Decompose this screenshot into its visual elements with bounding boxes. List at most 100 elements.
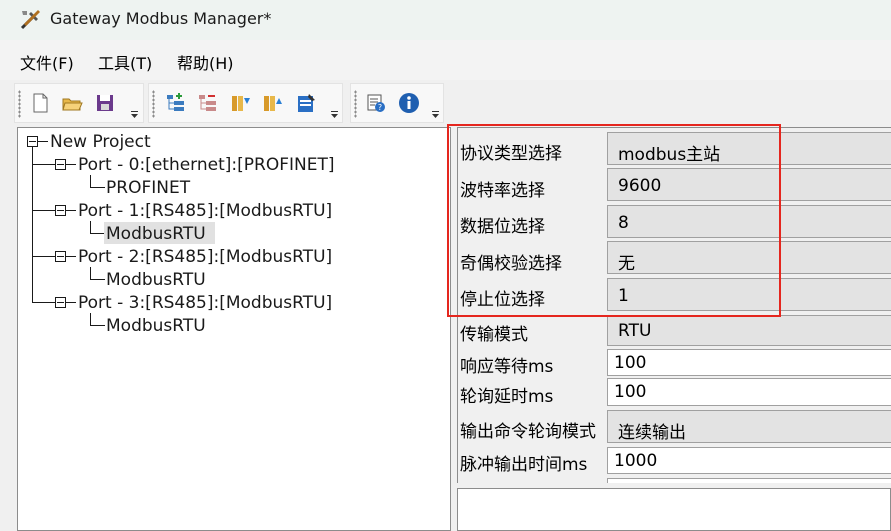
property-row[interactable]: 脉冲输出时间ms 1000	[458, 446, 891, 476]
property-label: 波特率选择	[460, 181, 545, 201]
property-row[interactable]: 停止位选择 1	[458, 276, 891, 312]
collapse-icon[interactable]	[55, 297, 66, 308]
property-value: 连续输出	[618, 423, 686, 443]
toolbar-nodes	[148, 83, 343, 123]
property-dropdown[interactable]: 1	[607, 278, 891, 311]
tree-port-3[interactable]: Port - 3:[RS485]:[ModbusRTU]	[78, 293, 332, 313]
property-row[interactable]: 传输模式 RTU	[458, 314, 891, 348]
property-label: 脉冲输出时间ms	[460, 455, 588, 475]
tree-port-2[interactable]: Port - 2:[RS485]:[ModbusRTU]	[78, 247, 332, 267]
property-row[interactable]: 轮询延时ms 100	[458, 377, 891, 407]
toolbar-overflow-icon[interactable]	[330, 111, 339, 119]
property-dropdown[interactable]: 无	[607, 241, 891, 274]
import-icon[interactable]	[229, 92, 251, 114]
toolbar-grip[interactable]	[354, 90, 357, 118]
property-value: 100	[614, 353, 647, 373]
edit-icon[interactable]	[295, 92, 317, 114]
tree-connector	[90, 267, 91, 279]
tree-connector	[90, 313, 91, 325]
property-text-field[interactable]: 1000	[607, 447, 891, 474]
property-grid[interactable]: 协议类型选择 modbus主站 波特率选择 9600 数据位选择 8 奇偶校验选…	[457, 127, 891, 483]
property-row[interactable]: 波特率选择 9600	[458, 166, 891, 203]
new-file-icon[interactable]	[29, 92, 51, 114]
info-icon[interactable]	[398, 92, 420, 114]
remove-node-icon[interactable]	[197, 92, 219, 114]
collapse-icon[interactable]	[55, 251, 66, 262]
property-label: 数据位选择	[460, 217, 545, 237]
property-row[interactable]: 响应等待ms 100	[458, 348, 891, 377]
property-label: 停止位选择	[460, 290, 545, 310]
tools-icon	[20, 10, 40, 30]
svg-text:?: ?	[378, 103, 382, 112]
tree-connector	[66, 210, 76, 211]
export-icon[interactable]	[261, 92, 283, 114]
property-value: RTU	[618, 321, 652, 341]
property-label: 奇偶校验选择	[460, 254, 562, 274]
collapse-icon[interactable]	[55, 205, 66, 216]
tree-root[interactable]: New Project	[50, 132, 151, 152]
menu-file[interactable]: 文件(F)	[20, 50, 74, 74]
property-row-clipped	[458, 477, 891, 483]
tree-connector	[90, 325, 105, 326]
tree-connector	[66, 302, 76, 303]
description-panel	[457, 488, 891, 531]
toolbar-overflow-icon[interactable]	[431, 111, 440, 119]
tree-protocol-node[interactable]: ModbusRTU	[106, 270, 206, 290]
toolbar-grip[interactable]	[152, 90, 155, 118]
collapse-icon[interactable]	[55, 159, 66, 170]
property-text-field[interactable]: 100	[607, 378, 891, 406]
tree-connector	[90, 221, 91, 233]
tree-connector	[90, 279, 105, 280]
property-value: 100	[614, 382, 647, 402]
property-dropdown[interactable]: 连续输出	[607, 410, 891, 443]
tree-connector	[66, 164, 76, 165]
property-row[interactable]: 奇偶校验选择 无	[458, 239, 891, 276]
toolbar-grip[interactable]	[18, 90, 21, 118]
save-icon[interactable]	[94, 92, 116, 114]
property-label: 响应等待ms	[460, 357, 554, 377]
toolbar-file	[14, 83, 144, 123]
collapse-icon[interactable]	[27, 136, 38, 147]
tree-connector	[90, 175, 91, 187]
menu-bar: 文件(F) 工具(T) 帮助(H)	[0, 40, 891, 80]
add-node-icon[interactable]	[165, 92, 187, 114]
toolbar-overflow-icon[interactable]	[130, 111, 139, 119]
open-folder-icon[interactable]	[61, 92, 83, 114]
menu-help[interactable]: 帮助(H)	[177, 50, 234, 74]
property-value: 无	[618, 254, 635, 274]
property-value: 1000	[614, 451, 658, 471]
property-value: 1	[618, 286, 629, 306]
property-dropdown[interactable]: 8	[607, 205, 891, 238]
tree-connector	[32, 164, 55, 165]
property-dropdown[interactable]: modbus主站	[607, 132, 891, 165]
property-row[interactable]: 输出命令轮询模式 连续输出	[458, 409, 891, 445]
property-label: 轮询延时ms	[460, 387, 554, 407]
property-label: 输出命令轮询模式	[460, 422, 596, 442]
tree-connector	[66, 256, 76, 257]
tree-connector	[32, 256, 55, 257]
property-text-field	[607, 478, 891, 483]
tree-connector	[38, 141, 48, 142]
menu-tools[interactable]: 工具(T)	[98, 50, 152, 74]
property-dropdown[interactable]: RTU	[607, 315, 891, 346]
toolbar-help: ?	[350, 83, 444, 123]
tree-connector	[32, 210, 55, 211]
project-tree[interactable]: New Project Port - 0:[ethernet]:[PROFINE…	[17, 127, 451, 531]
tree-protocol-node-selected[interactable]: ModbusRTU	[106, 224, 206, 244]
property-label: 协议类型选择	[460, 144, 562, 164]
property-text-field[interactable]: 100	[607, 349, 891, 376]
property-value: 8	[618, 213, 629, 233]
tree-port-0[interactable]: Port - 0:[ethernet]:[PROFINET]	[78, 155, 334, 175]
property-row[interactable]: 数据位选择 8	[458, 203, 891, 239]
tree-connector	[90, 233, 105, 234]
property-value: modbus主站	[618, 145, 721, 165]
property-label: 传输模式	[460, 325, 528, 345]
tree-connector	[32, 302, 55, 303]
settings-help-icon[interactable]: ?	[365, 92, 387, 114]
tree-protocol-node[interactable]: PROFINET	[106, 178, 190, 198]
property-dropdown[interactable]: 9600	[607, 168, 891, 201]
property-row[interactable]: 协议类型选择 modbus主站	[458, 130, 891, 166]
tree-port-1[interactable]: Port - 1:[RS485]:[ModbusRTU]	[78, 201, 332, 221]
window-title: Gateway Modbus Manager*	[50, 9, 272, 28]
tree-protocol-node[interactable]: ModbusRTU	[106, 316, 206, 336]
